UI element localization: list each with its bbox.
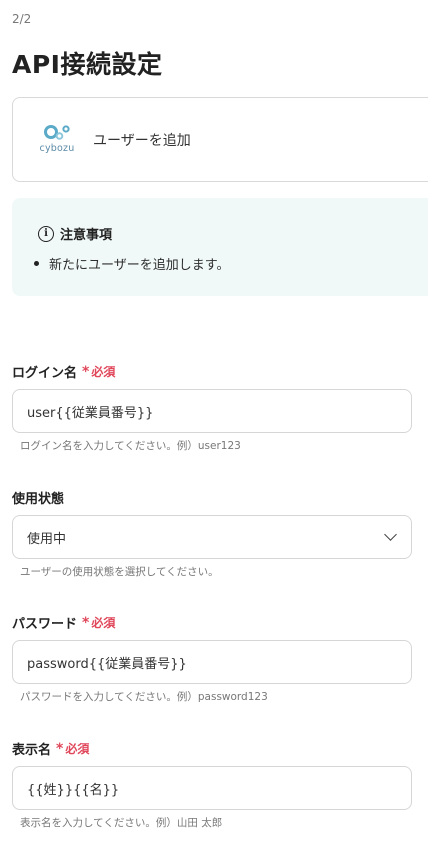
display-name-label: 表示名 * 必須 <box>12 739 89 759</box>
password-label-text: パスワード <box>12 617 78 632</box>
login-name-hint: ログイン名を入力してください。例）user123 <box>20 440 241 452</box>
status-label: 使用状態 <box>12 488 64 507</box>
notice-heading: i 注意事項 <box>38 224 112 243</box>
login-name-value: user{{従業員番号}} <box>27 405 154 421</box>
required-badge: * 必須 <box>82 363 115 380</box>
logo-text: cybozu <box>39 143 75 154</box>
display-name-input[interactable]: {{姓}}{{名}} <box>12 766 412 810</box>
required-badge: * 必須 <box>82 614 115 631</box>
chevron-down-icon <box>384 528 397 541</box>
password-hint: パスワードを入力してください。例）password123 <box>20 691 268 703</box>
asterisk-icon: * <box>82 363 90 380</box>
display-name-label-text: 表示名 <box>12 743 52 758</box>
status-value: 使用中 <box>27 531 67 547</box>
notice-box: i 注意事項 新たにユーザーを追加します。 <box>12 198 428 296</box>
required-text: 必須 <box>65 742 90 756</box>
cybozu-logo: cybozu <box>39 124 75 156</box>
password-input[interactable]: password{{従業員番号}} <box>12 640 412 684</box>
login-name-label: ログイン名 * 必須 <box>12 362 115 382</box>
display-name-value: {{姓}}{{名}} <box>27 782 120 798</box>
page-title: API接続設定 <box>12 50 163 79</box>
bullet-icon <box>34 261 39 266</box>
info-icon: i <box>38 225 54 242</box>
step-indicator: 2/2 <box>12 12 32 26</box>
status-label-text: 使用状態 <box>12 492 65 507</box>
app-action-card[interactable]: cybozu ユーザーを追加 <box>12 97 428 182</box>
login-name-input[interactable]: user{{従業員番号}} <box>12 389 412 433</box>
status-select[interactable]: 使用中 <box>12 515 412 559</box>
required-badge: * 必須 <box>56 740 89 757</box>
notice-title: 注意事項 <box>60 228 113 243</box>
notice-item-text: 新たにユーザーを追加します。 <box>49 258 230 273</box>
notice-list-item: 新たにユーザーを追加します。 <box>34 254 229 273</box>
display-name-hint: 表示名を入力してください。例）山田 太郎 <box>20 817 223 829</box>
required-text: 必須 <box>91 365 116 379</box>
required-text: 必須 <box>91 616 116 630</box>
app-action-label: ユーザーを追加 <box>93 133 191 149</box>
password-value: password{{従業員番号}} <box>27 656 187 672</box>
asterisk-icon: * <box>82 614 90 631</box>
login-name-label-text: ログイン名 <box>12 366 78 381</box>
status-hint: ユーザーの使用状態を選択してください。 <box>20 566 219 578</box>
password-label: パスワード * 必須 <box>12 613 115 633</box>
asterisk-icon: * <box>56 740 64 757</box>
